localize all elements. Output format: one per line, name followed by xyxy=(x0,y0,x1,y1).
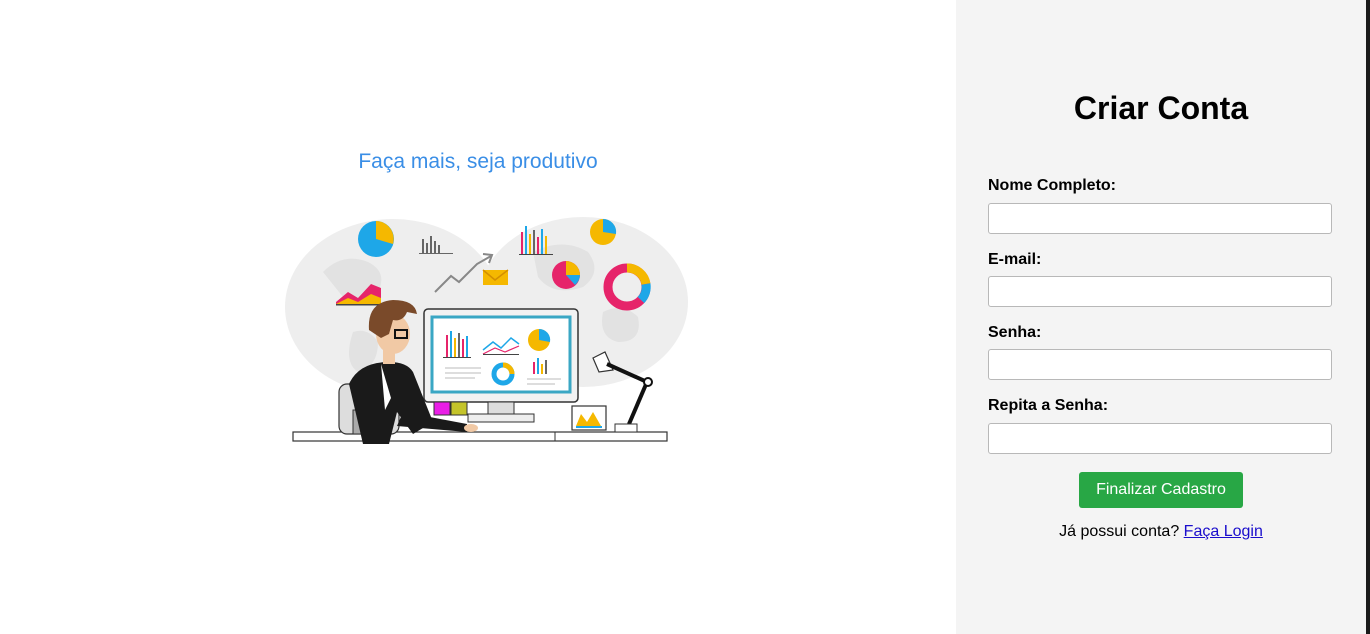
finish-signup-button[interactable]: Finalizar Cadastro xyxy=(1079,472,1243,508)
repeat-password-input[interactable] xyxy=(988,423,1332,454)
full-name-input[interactable] xyxy=(988,203,1332,234)
login-prompt-text: Já possui conta? xyxy=(1059,523,1180,540)
tablet xyxy=(571,405,607,431)
login-link[interactable]: Faça Login xyxy=(1184,523,1263,540)
password-label: Senha: xyxy=(988,324,1042,341)
envelope-icon xyxy=(482,269,509,285)
email-label: E-mail: xyxy=(988,251,1042,268)
pie-chart-pink-icon xyxy=(552,261,580,289)
hero-panel: Faça mais, seja produtivo xyxy=(0,0,956,634)
email-input[interactable] xyxy=(988,276,1332,307)
form-title: Criar Conta xyxy=(1073,90,1249,126)
analytics-illustration xyxy=(285,217,688,444)
password-input[interactable] xyxy=(988,349,1332,380)
full-name-label: Nome Completo: xyxy=(988,177,1116,194)
pie-chart-small-icon xyxy=(590,218,617,245)
hero-tagline: Faça mais, seja produtivo xyxy=(358,150,598,173)
repeat-password-label: Repita a Senha: xyxy=(988,397,1109,414)
window-edge xyxy=(1366,0,1370,634)
login-prompt-line: Já possui conta? Faça Login xyxy=(956,523,1366,541)
pie-chart-icon xyxy=(358,221,394,257)
signup-form-panel: Criar Conta Nome Completo: E-mail: Senha… xyxy=(956,0,1366,634)
signup-page: Faça mais, seja produtivo Criar Conta No… xyxy=(0,0,1370,634)
